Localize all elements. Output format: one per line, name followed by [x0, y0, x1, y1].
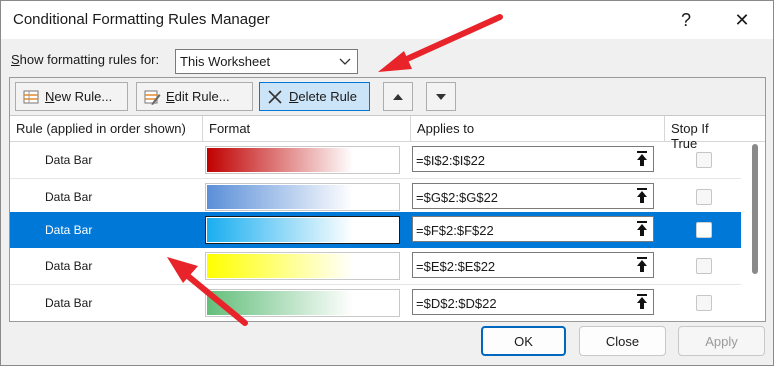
data-bar-preview [207, 291, 353, 315]
column-header-applies-to: Applies to [411, 116, 665, 142]
scrollbar-thumb[interactable] [752, 144, 758, 274]
triangle-up-icon [393, 93, 403, 100]
rule-row-selected[interactable]: Data Bar =$F$2:$F$22 [10, 212, 741, 248]
show-rules-select[interactable]: This Worksheet [175, 49, 358, 74]
collapse-dialog-icon[interactable] [634, 150, 650, 168]
show-rules-value: This Worksheet [180, 54, 271, 69]
rules-panel: New Rule... Edit Rule... Delete Rule Rul… [9, 77, 766, 322]
rule-name: Data Bar [45, 153, 93, 167]
edit-rule-icon [144, 90, 161, 105]
title-bar: Conditional Formatting Rules Manager ? ✕ [1, 1, 773, 39]
delete-rule-label: Delete Rule [289, 89, 357, 104]
new-rule-button[interactable]: New Rule... [15, 82, 128, 111]
rule-row[interactable]: Data Bar =$I$2:$I$22 [10, 142, 741, 178]
rule-row[interactable]: Data Bar =$G$2:$G$22 [10, 179, 741, 215]
applies-to-field[interactable]: =$D$2:$D$22 [412, 289, 654, 315]
collapse-dialog-icon[interactable] [634, 187, 650, 205]
rules-toolbar: New Rule... Edit Rule... Delete Rule [10, 78, 765, 116]
rule-name: Data Bar [45, 259, 93, 273]
data-bar-preview [207, 254, 353, 278]
applies-to-value: =$G$2:$G$22 [416, 190, 499, 205]
data-bar-preview [207, 218, 353, 242]
rule-name: Data Bar [45, 223, 93, 237]
move-down-button[interactable] [426, 82, 456, 111]
applies-to-value: =$F$2:$F$22 [416, 223, 494, 238]
column-header-stop-if-true: Stop If True [671, 121, 709, 151]
rule-row[interactable]: Data Bar =$D$2:$D$22 [10, 285, 741, 321]
collapse-dialog-icon[interactable] [634, 293, 650, 311]
close-window-button[interactable]: ✕ [722, 5, 762, 35]
show-rules-label: Show formatting rules for: [11, 52, 160, 67]
applies-to-value: =$D$2:$D$22 [416, 296, 497, 311]
rule-name: Data Bar [45, 190, 93, 204]
format-preview [205, 146, 400, 174]
collapse-dialog-icon[interactable] [634, 220, 650, 238]
data-bar-preview [207, 185, 353, 209]
stop-if-true-checkbox[interactable] [696, 295, 712, 311]
edit-rule-label: Edit Rule... [166, 89, 230, 104]
triangle-down-icon [436, 93, 446, 100]
ok-button[interactable]: OK [481, 326, 566, 356]
close-button[interactable]: Close [579, 326, 666, 356]
applies-to-value: =$I$2:$I$22 [416, 153, 486, 168]
stop-if-true-checkbox[interactable] [696, 189, 712, 205]
applies-to-field[interactable]: =$F$2:$F$22 [412, 216, 654, 242]
stop-if-true-checkbox[interactable] [696, 152, 712, 168]
close-icon: ✕ [734, 9, 750, 30]
data-bar-preview [207, 148, 353, 172]
dialog-title: Conditional Formatting Rules Manager [13, 11, 270, 28]
vertical-scrollbar[interactable] [748, 142, 762, 320]
new-rule-label: New Rule... [45, 89, 113, 104]
format-preview [205, 216, 400, 244]
help-icon: ? [680, 9, 691, 30]
format-preview [205, 289, 400, 317]
rule-name: Data Bar [45, 296, 93, 310]
delete-rule-button[interactable]: Delete Rule [259, 82, 370, 111]
applies-to-value: =$E$2:$E$22 [416, 259, 496, 274]
new-rule-icon [23, 90, 39, 103]
applies-to-field[interactable]: =$I$2:$I$22 [412, 146, 654, 172]
apply-button[interactable]: Apply [678, 326, 765, 356]
conditional-formatting-dialog: Conditional Formatting Rules Manager ? ✕… [0, 0, 774, 366]
move-up-button[interactable] [383, 82, 413, 111]
applies-to-field[interactable]: =$E$2:$E$22 [412, 252, 654, 278]
format-preview [205, 252, 400, 280]
delete-x-icon [268, 89, 282, 104]
rule-row[interactable]: Data Bar =$E$2:$E$22 [10, 248, 741, 284]
help-button[interactable]: ? [666, 5, 706, 35]
format-preview [205, 183, 400, 211]
rules-table-header: Rule (applied in order shown) Format App… [10, 116, 765, 151]
chevron-down-icon [339, 58, 351, 65]
applies-to-field[interactable]: =$G$2:$G$22 [412, 183, 654, 209]
column-header-format: Format [203, 116, 411, 142]
edit-rule-button[interactable]: Edit Rule... [136, 82, 253, 111]
stop-if-true-checkbox[interactable] [696, 222, 712, 238]
collapse-dialog-icon[interactable] [634, 256, 650, 274]
column-header-rule: Rule (applied in order shown) [10, 116, 203, 142]
stop-if-true-checkbox[interactable] [696, 258, 712, 274]
